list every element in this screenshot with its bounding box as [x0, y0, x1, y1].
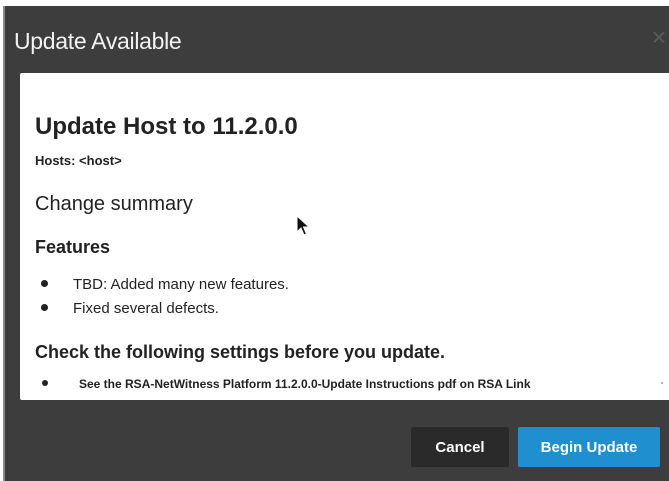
check-settings-heading: Check the following settings before you …	[35, 342, 446, 362]
begin-update-button[interactable]: Begin Update	[518, 427, 660, 467]
update-dialog: Update Available × Update Host to 11.2.0…	[3, 6, 669, 481]
bullet-icon	[41, 304, 48, 311]
features-heading: Features	[35, 237, 111, 257]
scroll-indicator	[661, 382, 663, 384]
instructions-link-text[interactable]: See the RSA-NetWitness Platform 11.2.0.0…	[79, 377, 531, 391]
hosts-label: Hosts: <host>	[35, 153, 122, 168]
dialog-title: Update Available	[14, 28, 182, 54]
dialog-footer: Cancel Begin Update	[5, 400, 669, 481]
mouse-cursor-icon	[296, 215, 310, 236]
cancel-button[interactable]: Cancel	[411, 427, 509, 467]
bullet-icon	[42, 380, 48, 386]
feature-text: TBD: Added many new features.	[73, 276, 289, 293]
update-heading: Update Host to 11.2.0.0	[35, 113, 298, 140]
feature-text: Fixed several defects.	[73, 300, 219, 317]
dialog-titlebar: Update Available ×	[5, 6, 669, 73]
close-icon[interactable]: ×	[651, 24, 667, 50]
change-summary-heading: Change summary	[35, 193, 193, 215]
bullet-icon	[41, 280, 48, 287]
dialog-content: Update Host to 11.2.0.0 Hosts: <host> Ch…	[20, 73, 669, 400]
